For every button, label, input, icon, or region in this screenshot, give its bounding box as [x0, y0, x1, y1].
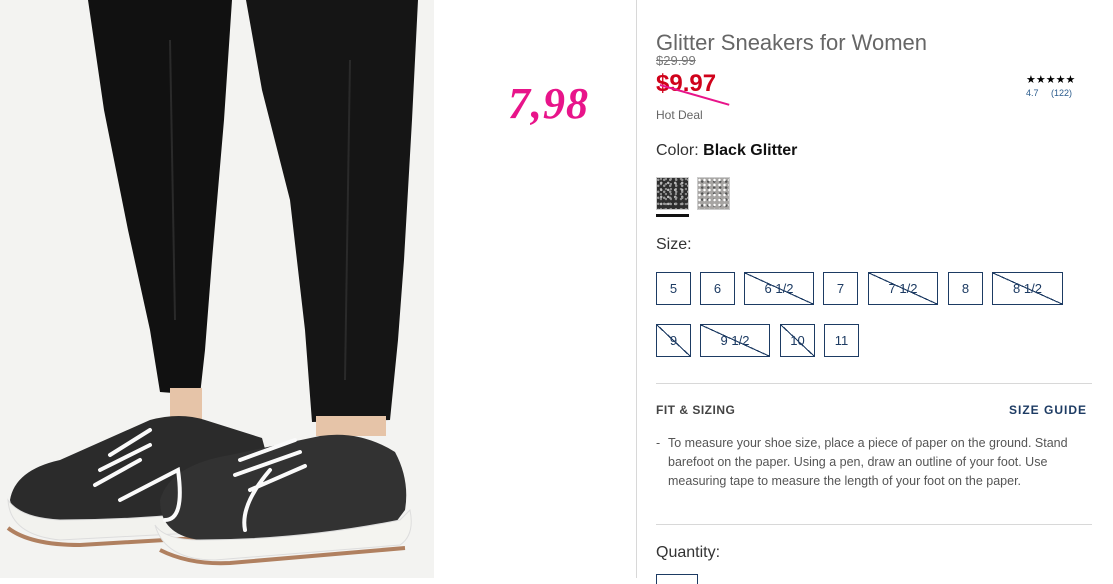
rating-score: 4.7	[1026, 88, 1039, 98]
rating-summary[interactable]: ★★★★★ 4.7 (122)	[1026, 73, 1082, 98]
section-divider	[656, 524, 1092, 525]
size-option[interactable]: 6	[700, 272, 735, 305]
size-option-unavailable[interactable]: 10	[780, 324, 815, 357]
size-option[interactable]: 8	[948, 272, 983, 305]
product-image	[0, 0, 434, 578]
selected-color: Black Glitter	[703, 142, 798, 159]
handwritten-price-annotation: 7,98	[508, 79, 589, 128]
panel-divider	[636, 0, 637, 578]
rating-meta: 4.7 (122)	[1026, 88, 1082, 98]
quantity-label: Quantity:	[656, 544, 721, 561]
swatch-silver-glitter[interactable]	[697, 177, 730, 210]
size-option-unavailable[interactable]: 8 1/2	[992, 272, 1063, 305]
fit-sizing-heading: FIT & SIZING	[656, 403, 736, 417]
size-label: Size:	[656, 236, 692, 253]
section-divider	[656, 383, 1092, 384]
size-option-unavailable[interactable]: 9 1/2	[700, 324, 770, 357]
size-option-unavailable[interactable]: 7 1/2	[868, 272, 938, 305]
product-title: Glitter Sneakers for Women	[656, 29, 928, 55]
product-details-panel: Glitter Sneakers for Women $29.99 $9.97 …	[656, 0, 1096, 584]
size-option-unavailable[interactable]: 6 1/2	[744, 272, 814, 305]
size-option[interactable]: 11	[824, 324, 859, 357]
size-option[interactable]: 5	[656, 272, 691, 305]
sneaker-photo-illustration	[0, 0, 434, 578]
fit-instructions: To measure your shoe size, place a piece…	[668, 436, 1068, 488]
sale-price: $9.97	[656, 70, 730, 106]
swatch-black-glitter[interactable]	[656, 177, 689, 210]
size-option[interactable]: 7	[823, 272, 858, 305]
selected-swatch-indicator	[656, 214, 689, 217]
bullet-dash: -	[656, 436, 661, 450]
color-label: Color: Black Glitter	[656, 142, 798, 159]
size-guide-link[interactable]: SIZE GUIDE	[1009, 403, 1087, 417]
size-option-unavailable[interactable]: 9	[656, 324, 691, 357]
fit-sizing-text: - To measure your shoe size, place a pie…	[656, 434, 1076, 491]
quantity-select[interactable]	[656, 574, 698, 584]
review-count[interactable]: (122)	[1051, 88, 1072, 98]
deal-label: Hot Deal	[656, 108, 703, 122]
original-price: $29.99	[656, 53, 696, 68]
sale-price-wrap: $9.97	[656, 70, 730, 106]
star-rating-icon: ★★★★★	[1026, 74, 1076, 86]
